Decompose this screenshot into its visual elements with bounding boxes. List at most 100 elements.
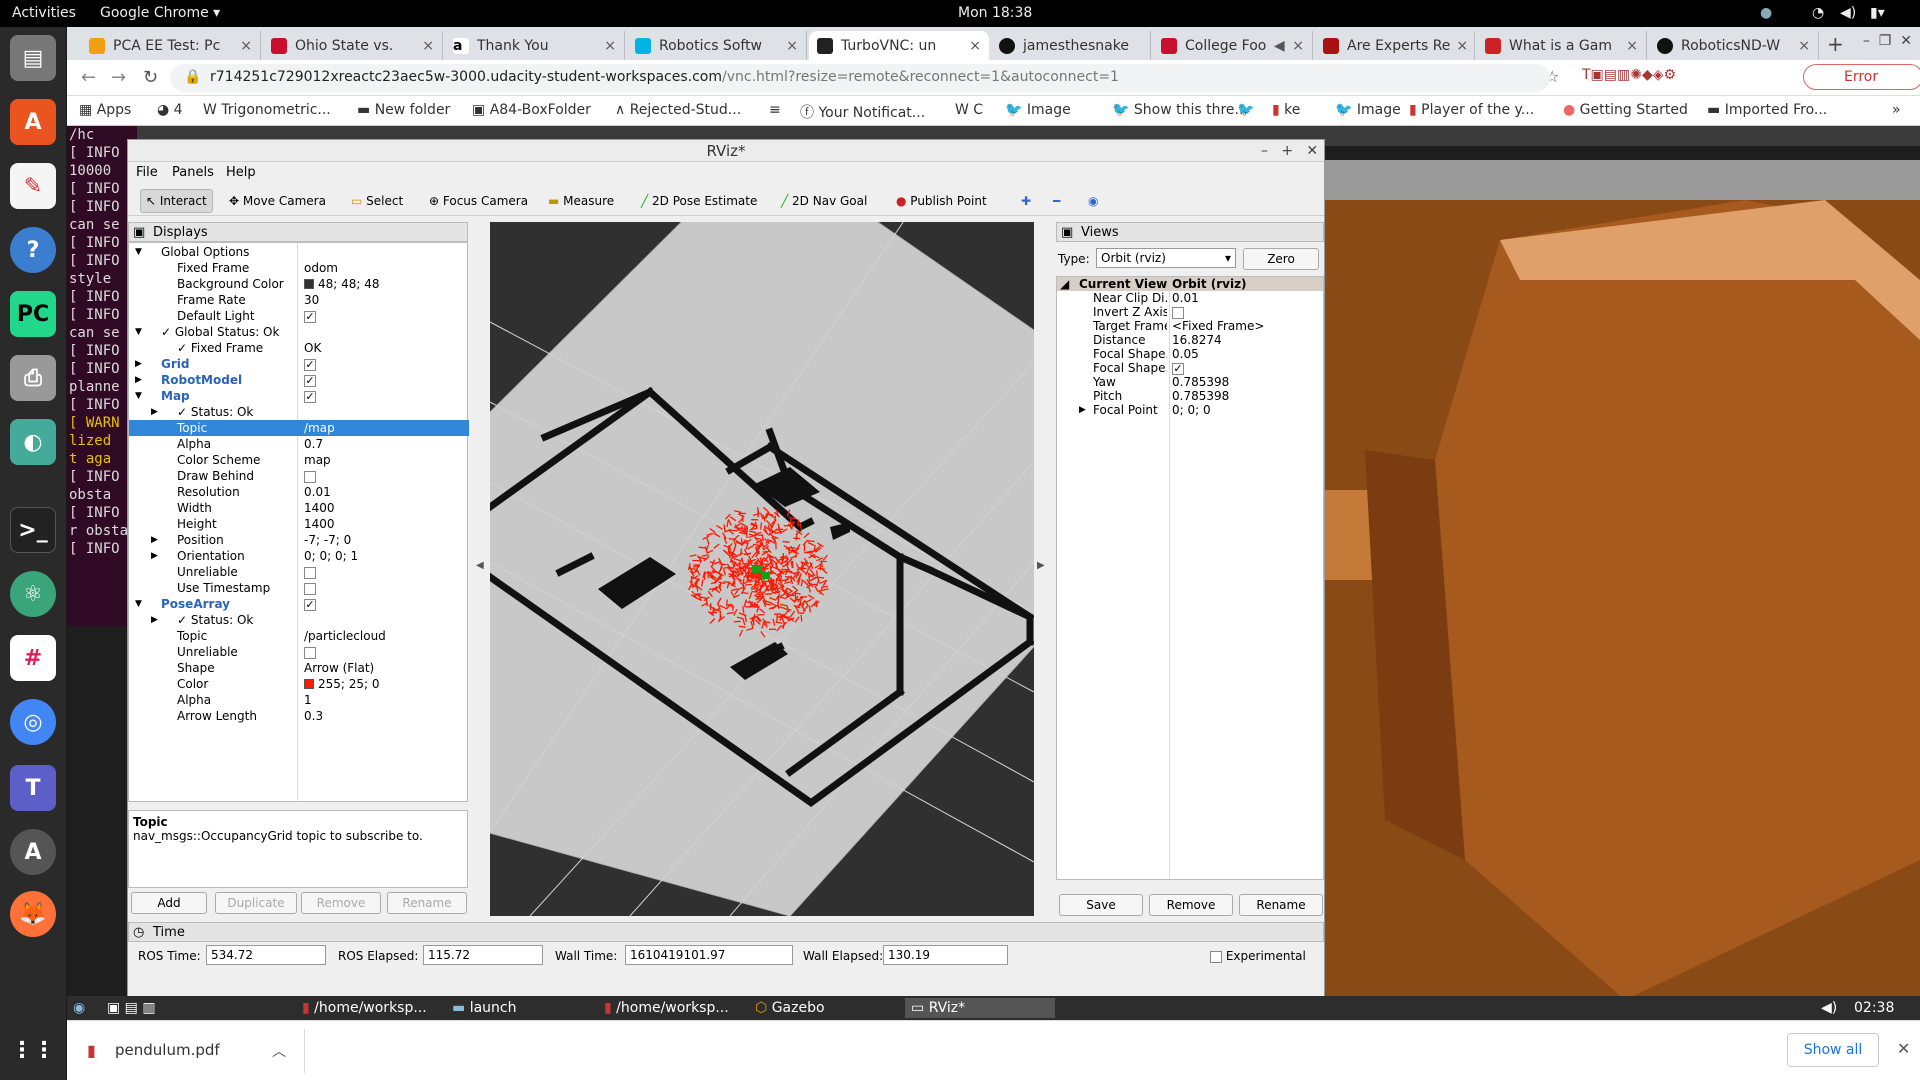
property-row[interactable]: Width 1400 <box>129 500 469 516</box>
view-property-row[interactable]: Near Clip Di... 0.01 <box>1057 291 1323 305</box>
property-checkbox[interactable]: ✓ <box>304 390 316 403</box>
property-row[interactable]: Frame Rate 30 <box>129 292 469 308</box>
rename-display-button[interactable]: Rename <box>387 892 467 914</box>
view-property-row[interactable]: Target Frame <Fixed Frame> <box>1057 319 1323 333</box>
bookmark-item[interactable]: 🐦 Show this thre... <box>1112 102 1248 118</box>
wifi-icon[interactable]: ◔ <box>1812 5 1824 21</box>
chevron-down-icon[interactable]: ▼ <box>135 388 142 404</box>
more-bookmarks-icon[interactable]: » <box>1892 102 1901 118</box>
displays-tree[interactable]: ▼ Global Options Fixed Frame odom Background… <box>128 242 469 802</box>
chevron-up-icon[interactable]: ︿ <box>272 1041 286 1061</box>
clock[interactable]: Mon 18:38 <box>958 5 1032 21</box>
property-row[interactable]: ▶ RobotModel ✓ <box>129 372 469 388</box>
experimental-checkbox[interactable]: Experimental <box>1210 949 1306 963</box>
property-row[interactable]: Background Color 48; 48; 48 <box>129 276 469 292</box>
bookmark-item[interactable]: 🐦 Image <box>1005 102 1071 118</box>
tool-2d-pose-estimate[interactable]: ╱ 2D Pose Estimate <box>636 189 762 213</box>
start-menu-icon[interactable]: ◉ <box>73 998 85 1018</box>
property-row[interactable]: Use Timestamp <box>129 580 469 596</box>
tab[interactable]: Robotics Softw × <box>627 31 807 60</box>
property-checkbox[interactable]: ✓ <box>304 358 316 371</box>
remove-view-button[interactable]: Remove <box>1149 894 1233 916</box>
tool-publish-point[interactable]: ● Publish Point <box>891 189 992 213</box>
plus-tool-icon[interactable]: ✚ <box>1016 189 1036 213</box>
tab[interactable]: Ohio State vs. × <box>263 31 443 60</box>
view-property-row[interactable]: Yaw 0.785398 <box>1057 375 1323 389</box>
property-row[interactable]: Unreliable <box>129 564 469 580</box>
bookmark-item[interactable]: 🐦 <box>1237 102 1254 118</box>
gazebo-viewport[interactable] <box>1325 160 1920 1000</box>
taskbar-item[interactable]: ▮ /home/worksp... <box>302 998 427 1018</box>
property-row[interactable]: Arrow Length 0.3 <box>129 708 469 724</box>
chevron-down-icon[interactable]: ▼ <box>135 324 142 340</box>
rename-view-button[interactable]: Rename <box>1239 894 1323 916</box>
property-row[interactable]: ▼ ✓ Global Status: Ok <box>129 324 469 340</box>
chrome-app-menu[interactable]: Google Chrome ▾ <box>100 5 220 21</box>
teams-tray-icon[interactable]: ● <box>1760 5 1772 21</box>
tab[interactable]: What is a Gam × <box>1477 31 1647 60</box>
property-row[interactable]: Alpha 1 <box>129 692 469 708</box>
bookmark-folder[interactable]: ▬ New folder <box>357 102 450 118</box>
chevron-right-icon[interactable]: ▶ <box>151 612 158 628</box>
bookmark-item[interactable]: ▮ ke <box>1272 102 1300 118</box>
volume-icon[interactable]: ◀) <box>1821 998 1837 1018</box>
property-row[interactable]: ▼ Map ✓ <box>129 388 469 404</box>
chevron-right-icon[interactable]: ▶ <box>151 404 158 420</box>
property-row[interactable]: ▶ Position -7; -7; 0 <box>129 532 469 548</box>
ros-elapsed-field[interactable]: 115.72 <box>423 945 543 965</box>
profile-error-button[interactable]: Error <box>1803 64 1920 90</box>
tab[interactable]: Are Experts Re × <box>1315 31 1475 60</box>
tab[interactable]: PCA EE Test: Pc × <box>81 31 261 60</box>
chevron-down-icon[interactable]: ▼ <box>135 596 142 612</box>
collapse-left-icon[interactable]: ◀ <box>476 560 484 571</box>
extension-icons[interactable]: T▣▤▥✺◆◈⚙ <box>1582 67 1822 83</box>
property-row[interactable]: ✓ Fixed Frame OK <box>129 340 469 356</box>
bookmark-item[interactable]: 🐦 Image <box>1335 102 1401 118</box>
help-icon[interactable]: ? <box>10 227 56 273</box>
chevron-right-icon[interactable]: ▶ <box>135 372 142 388</box>
view-property-row[interactable]: Distance 16.8274 <box>1057 333 1323 347</box>
tool-focus-camera[interactable]: ⊕ Focus Camera <box>424 189 533 213</box>
property-row[interactable]: Draw Behind <box>129 468 469 484</box>
bookmark-item[interactable]: ≡ <box>769 102 781 118</box>
tab[interactable]: RoboticsND-W × <box>1649 31 1819 60</box>
view-property-row[interactable]: Focal Shape... 0.05 <box>1057 347 1323 361</box>
property-row[interactable]: ▶ Grid ✓ <box>129 356 469 372</box>
view-checkbox[interactable]: ✓ <box>1172 362 1184 375</box>
atom-icon[interactable]: ⚛ <box>10 571 56 617</box>
printer-icon[interactable]: ⎙ <box>10 355 56 401</box>
image-viewer-icon[interactable]: ◐ <box>10 419 56 465</box>
close-icon[interactable]: ✕ <box>1897 1039 1910 1058</box>
rviz-titlebar[interactable]: RViz* – + ✕ <box>128 140 1324 162</box>
property-row[interactable]: ▶ Orientation 0; 0; 0; 1 <box>129 548 469 564</box>
files-icon[interactable]: ▤ <box>10 35 56 81</box>
eye-icon[interactable]: ◉ <box>1083 189 1103 213</box>
views-tree[interactable]: ◢ Current View Orbit (rviz) Near Clip Di… <box>1056 276 1324 880</box>
battery-icon[interactable]: ▮▾ <box>1870 5 1885 21</box>
view-type-select[interactable]: Orbit (rviz) ▾ <box>1096 248 1236 268</box>
bookmark-item[interactable]: ◕ 4 <box>157 102 183 118</box>
activities-button[interactable]: Activities <box>12 5 76 21</box>
property-row[interactable]: Resolution 0.01 <box>129 484 469 500</box>
taskbar-item-active[interactable]: ▭ RViz* <box>905 998 1055 1018</box>
property-row[interactable]: ▶ ✓ Status: Ok <box>129 612 469 628</box>
terminal-icon[interactable]: >_ <box>10 507 56 553</box>
ros-time-field[interactable]: 534.72 <box>206 945 326 965</box>
app-center-icon[interactable]: A <box>10 99 56 145</box>
bookmark-folder[interactable]: ▬ Imported Fro... <box>1707 102 1827 118</box>
property-row[interactable]: Topic/particlecloud <box>129 628 469 644</box>
chevron-right-icon[interactable]: ▶ <box>1079 403 1086 417</box>
menu-help[interactable]: Help <box>226 165 256 180</box>
bookmark-item[interactable]: ● Getting Started <box>1563 102 1688 118</box>
view-checkbox[interactable] <box>1172 306 1184 319</box>
taskbar-item[interactable]: ▬ launch <box>452 998 516 1018</box>
menu-panels[interactable]: Panels <box>172 165 214 180</box>
teams-icon[interactable]: T <box>10 765 56 811</box>
pycharm-icon[interactable]: PC <box>10 291 56 337</box>
chevron-right-icon[interactable]: ▶ <box>151 532 158 548</box>
add-display-button[interactable]: Add <box>131 892 207 914</box>
forward-button[interactable]: → <box>111 67 126 88</box>
current-view-row[interactable]: ◢ Current View Orbit (rviz) <box>1057 277 1323 291</box>
wall-time-field[interactable]: 1610419101.97 <box>625 945 793 965</box>
save-view-button[interactable]: Save <box>1059 894 1143 916</box>
